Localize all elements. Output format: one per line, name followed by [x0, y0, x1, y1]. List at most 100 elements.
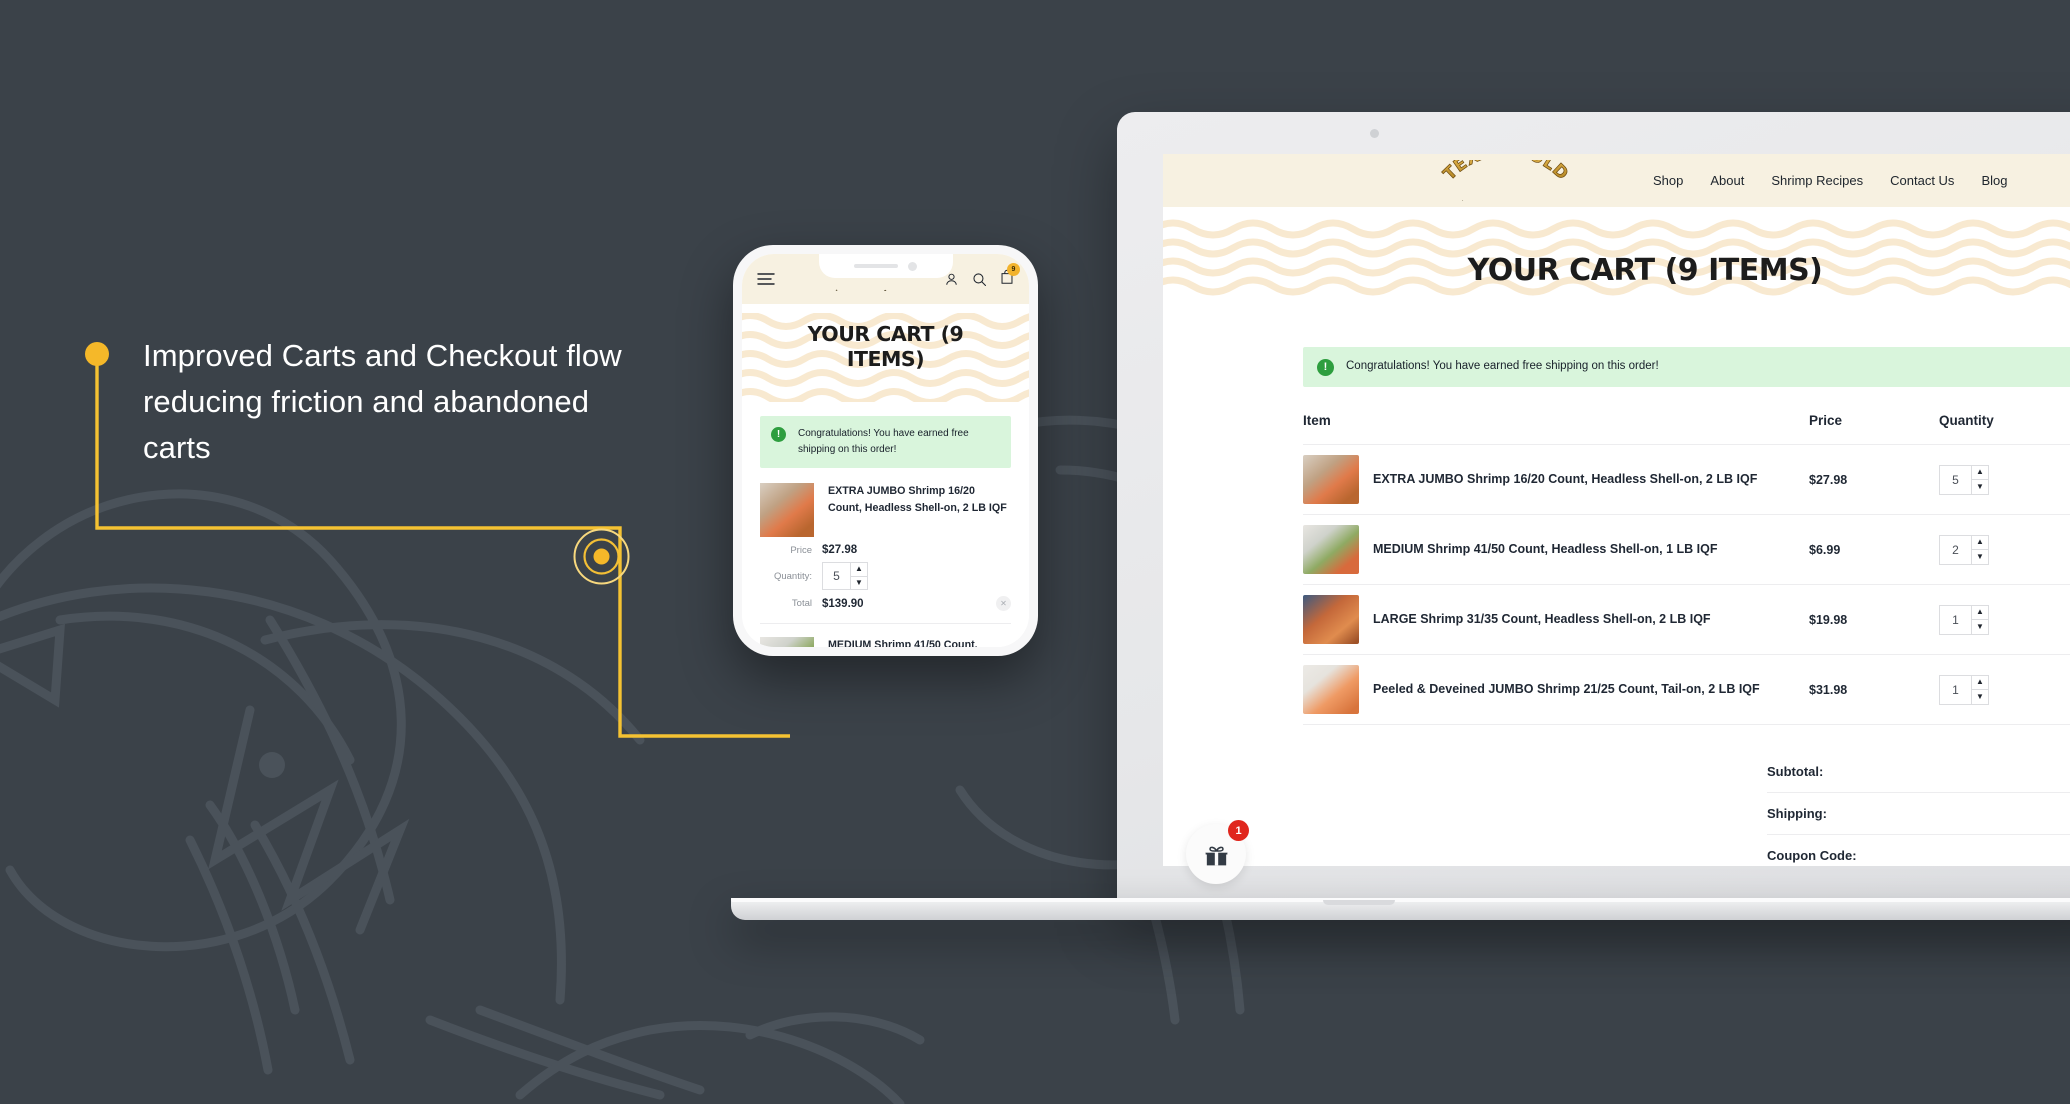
quantity-value[interactable]: 2 — [1940, 536, 1971, 564]
phone-mockup: TEXAS GOLD WILD-CAUGHT GULF SHRIMP — [733, 245, 1038, 656]
exclamation-icon: ! — [771, 427, 786, 442]
product-price: $27.98 — [822, 544, 858, 556]
search-icon[interactable] — [972, 272, 987, 287]
mobile-page-title: YOUR CART (9 ITEMS) — [807, 322, 964, 371]
cart-table-header-row: Item Price Quantity — [1303, 413, 2070, 445]
mobile-site-screen: TEXAS GOLD WILD-CAUGHT GULF SHRIMP — [742, 254, 1029, 647]
column-header-price: Price — [1809, 413, 1939, 445]
laptop-base-notch — [1323, 900, 1395, 905]
brand-wordmark: TEXAS GOLD — [1439, 160, 1572, 185]
nav-item-contact-us[interactable]: Contact Us — [1890, 173, 1954, 188]
quantity-value[interactable]: 1 — [1940, 606, 1971, 634]
total-label: Total — [791, 598, 812, 609]
quantity-decrement-icon[interactable]: ▼ — [851, 575, 867, 590]
price-label: Price — [790, 544, 812, 556]
laptop-base — [731, 898, 2070, 920]
laptop-camera-icon — [1370, 129, 1379, 138]
product-thumbnail[interactable] — [760, 483, 814, 537]
quantity-increment-icon[interactable]: ▲ — [1972, 676, 1988, 690]
quantity-increment-icon[interactable]: ▲ — [1972, 536, 1988, 550]
bag-icon[interactable]: 9 — [1000, 262, 1020, 290]
brand-logo[interactable]: TEXAS GOLD WILD-CAUGHT GULF SHRIMP — [1437, 160, 1575, 201]
laptop-mockup: TEXAS GOLD WILD-CAUGHT GULF SHRIMP Shop … — [731, 112, 2070, 920]
desktop-main-nav[interactable]: Shop About Shrimp Recipes Contact Us Blo… — [1653, 173, 2007, 188]
desktop-cart-content: ! Congratulations! You have earned free … — [1163, 323, 2070, 866]
product-thumbnail[interactable] — [1303, 595, 1359, 644]
quantity-decrement-icon[interactable]: ▼ — [1972, 549, 1988, 564]
product-price: $6.99 — [1809, 514, 1939, 585]
list-item: MEDIUM Shrimp 41/50 Count, Headless Shel… — [742, 624, 1029, 647]
svg-text:WILD-CAUGHT GULF SHRIMP: WILD-CAUGHT GULF SHRIMP — [833, 288, 887, 290]
quantity-value[interactable]: 1 — [1940, 676, 1971, 704]
quantity-stepper[interactable]: 1 ▲ ▼ — [1939, 674, 1989, 705]
quantity-stepper[interactable]: 1 ▲ ▼ — [1939, 604, 1989, 635]
column-header-quantity: Quantity — [1939, 413, 2070, 445]
quantity-increment-icon[interactable]: ▲ — [1972, 466, 1988, 480]
quantity-value[interactable]: 5 — [823, 563, 850, 589]
close-icon[interactable]: ✕ — [996, 596, 1011, 611]
laptop-lid: TEXAS GOLD WILD-CAUGHT GULF SHRIMP Shop … — [1117, 112, 2070, 902]
brand-tagline: WILD-CAUGHT GULF SHRIMP — [833, 288, 887, 303]
summary-row-subtotal: Subtotal: — [1767, 751, 2070, 793]
hamburger-icon[interactable] — [757, 272, 775, 286]
mobile-hero-band: YOUR CART (9 ITEMS) — [742, 304, 1029, 402]
nav-item-shop[interactable]: Shop — [1653, 173, 1683, 188]
phone-body: TEXAS GOLD WILD-CAUGHT GULF SHRIMP — [742, 254, 1029, 647]
summary-label: Coupon Code: — [1767, 848, 1857, 863]
phone-camera-icon — [908, 261, 917, 271]
cart-summary: Subtotal: Shipping: Coupon Code: Grand t… — [1303, 751, 2070, 866]
annotation-pointer-target — [573, 528, 630, 585]
gift-badge-count: 1 — [1228, 820, 1249, 841]
product-thumbnail[interactable] — [760, 637, 814, 647]
summary-row-coupon-code: Coupon Code: — [1767, 835, 2070, 866]
quantity-decrement-icon[interactable]: ▼ — [1972, 479, 1988, 494]
svg-text:TEXAS GOLD: TEXAS GOLD — [1440, 160, 1573, 185]
gift-offer-widget[interactable]: 1 — [1186, 820, 1249, 884]
desktop-hero-band: YOUR CART (9 ITEMS) — [1163, 207, 2070, 323]
product-name[interactable]: MEDIUM Shrimp 41/50 Count, Headless Shel… — [1373, 514, 1809, 585]
list-item: EXTRA JUMBO Shrimp 16/20 Count, Headless… — [742, 468, 1029, 624]
quantity-decrement-icon[interactable]: ▼ — [1972, 689, 1988, 704]
free-shipping-alert: ! Congratulations! You have earned free … — [1303, 347, 2070, 387]
quantity-decrement-icon[interactable]: ▼ — [1972, 619, 1988, 634]
phone-speaker — [854, 264, 898, 268]
quantity-stepper[interactable]: 5 ▲ ▼ — [1939, 464, 1989, 495]
product-price: $27.98 — [1809, 444, 1939, 515]
nav-item-shrimp-recipes[interactable]: Shrimp Recipes — [1771, 173, 1863, 188]
product-name[interactable]: EXTRA JUMBO Shrimp 16/20 Count, Headless… — [1373, 444, 1809, 515]
product-name[interactable]: LARGE Shrimp 31/35 Count, Headless Shell… — [1373, 584, 1809, 655]
summary-row-shipping: Shipping: — [1767, 793, 2070, 835]
presentation-slide: Improved Carts and Checkout flow reducin… — [0, 0, 2070, 1104]
product-thumbnail[interactable] — [1303, 665, 1359, 714]
product-thumbnail[interactable] — [1303, 525, 1359, 574]
summary-label: Shipping: — [1767, 806, 1827, 821]
table-row: MEDIUM Shrimp 41/50 Count, Headless Shel… — [1303, 514, 2070, 585]
nav-item-about[interactable]: About — [1710, 173, 1744, 188]
product-thumbnail[interactable] — [1303, 455, 1359, 504]
product-name[interactable]: Peeled & Deveined JUMBO Shrimp 21/25 Cou… — [1373, 654, 1809, 725]
bag-badge-count: 9 — [1007, 262, 1020, 276]
phone-notch — [818, 254, 953, 278]
product-name[interactable]: MEDIUM Shrimp 41/50 Count, Headless Shel… — [828, 637, 1011, 647]
quantity-stepper[interactable]: 2 ▲ ▼ — [1939, 534, 1989, 565]
desktop-site-screen: TEXAS GOLD WILD-CAUGHT GULF SHRIMP Shop … — [1163, 154, 2070, 866]
nav-item-blog[interactable]: Blog — [1981, 173, 2007, 188]
svg-text:WILD-CAUGHT GULF SHRIMP: WILD-CAUGHT GULF SHRIMP — [1458, 199, 1555, 201]
quantity-label: Quantity: — [773, 570, 812, 582]
column-header-item: Item — [1303, 413, 1809, 445]
quantity-stepper[interactable]: 5 ▲ ▼ — [822, 562, 868, 590]
product-price: $19.98 — [1809, 584, 1939, 655]
product-price: $31.98 — [1809, 654, 1939, 725]
table-row: Peeled & Deveined JUMBO Shrimp 21/25 Cou… — [1303, 654, 2070, 725]
quantity-increment-icon[interactable]: ▲ — [1972, 606, 1988, 620]
summary-label: Subtotal: — [1767, 764, 1824, 779]
free-shipping-alert-text: Congratulations! You have earned free sh… — [1346, 360, 1659, 372]
gift-icon — [1205, 846, 1227, 865]
quantity-value[interactable]: 5 — [1940, 466, 1971, 494]
quantity-increment-icon[interactable]: ▲ — [851, 563, 867, 576]
desktop-page-title: YOUR CART (9 ITEMS) — [1467, 253, 1823, 288]
desktop-site-header: TEXAS GOLD WILD-CAUGHT GULF SHRIMP Shop … — [1163, 154, 2070, 207]
exclamation-icon: ! — [1317, 359, 1334, 376]
product-name[interactable]: EXTRA JUMBO Shrimp 16/20 Count, Headless… — [828, 483, 1011, 537]
table-row: LARGE Shrimp 31/35 Count, Headless Shell… — [1303, 584, 2070, 655]
